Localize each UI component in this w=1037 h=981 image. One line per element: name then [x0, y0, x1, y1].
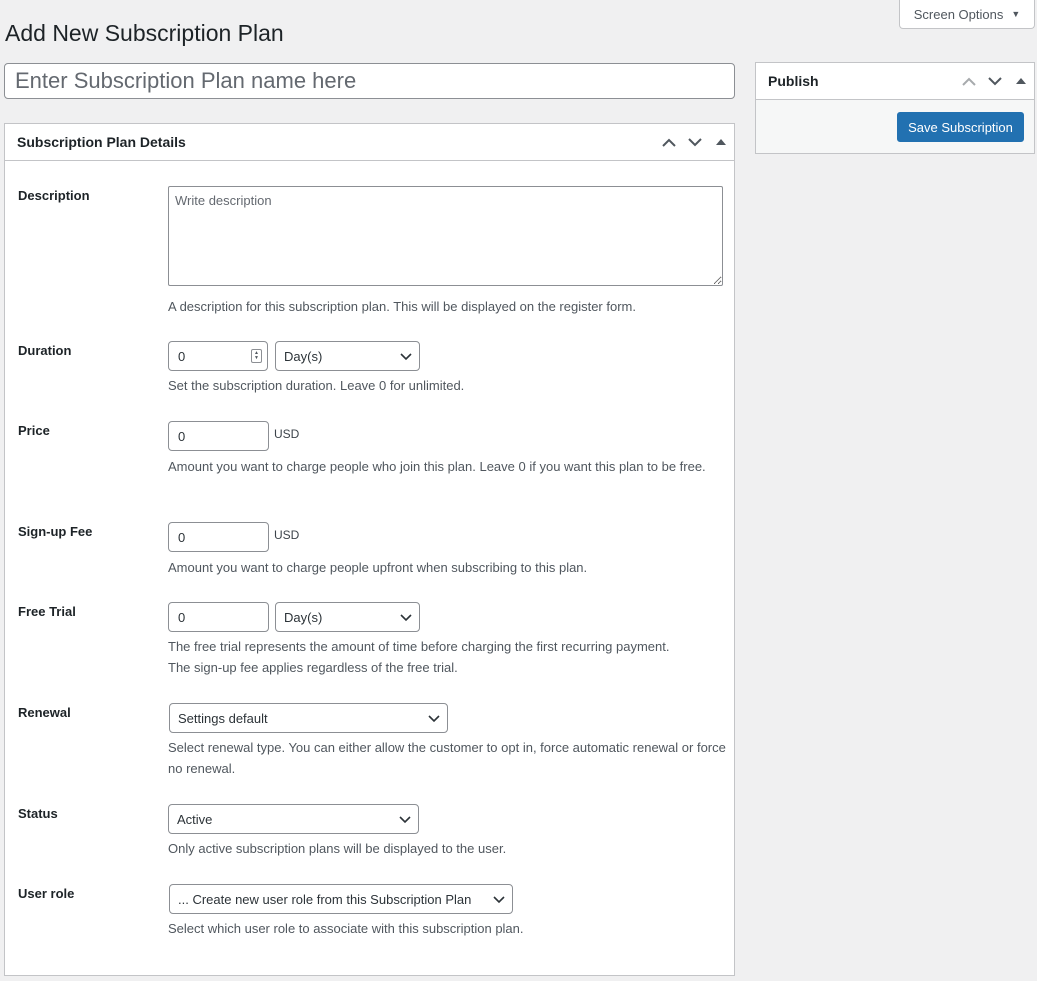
free-trial-unit-value: Day(s): [284, 609, 323, 625]
triangle-up-icon: [716, 139, 726, 145]
signup-fee-label: Sign-up Fee: [18, 524, 93, 539]
free-trial-help-line2: The sign-up fee applies regardless of th…: [168, 660, 458, 675]
publish-box-body: Save Subscription: [756, 100, 1034, 153]
status-help: Only active subscription plans will be d…: [168, 841, 507, 856]
chevron-down-icon: [400, 353, 412, 361]
publish-box-title: Publish: [768, 73, 819, 89]
price-currency: USD: [274, 427, 300, 441]
chevron-down-icon: [428, 715, 440, 723]
chevron-up-icon: [962, 77, 976, 86]
user-role-value: ... Create new user role from this Subsc…: [178, 891, 472, 907]
move-down-button[interactable]: [982, 63, 1008, 99]
details-box-title: Subscription Plan Details: [17, 134, 186, 150]
free-trial-help: The free trial represents the amount of …: [168, 636, 728, 678]
free-trial-unit-select[interactable]: Day(s): [275, 602, 420, 632]
chevron-down-icon: [493, 896, 505, 904]
page-title: Add New Subscription Plan: [5, 20, 284, 46]
signup-fee-currency: USD: [274, 528, 300, 542]
description-textarea[interactable]: [168, 186, 723, 286]
screen-options-toggle[interactable]: Screen Options ▼: [899, 0, 1035, 29]
move-up-button[interactable]: [956, 63, 982, 99]
signup-fee-value: 0: [178, 529, 186, 545]
duration-unit-select[interactable]: Day(s): [275, 341, 420, 371]
toggle-panel-button[interactable]: [1008, 63, 1034, 99]
publish-box-header: Publish: [756, 63, 1034, 100]
chevron-down-icon: [988, 76, 1002, 85]
number-spinner-icon[interactable]: ▲ ▼: [251, 349, 262, 363]
duration-input[interactable]: 0 ▲ ▼: [168, 341, 268, 371]
triangle-up-icon: [1016, 78, 1026, 84]
renewal-value: Settings default: [178, 710, 268, 726]
status-value: Active: [177, 811, 213, 827]
toggle-panel-button[interactable]: [708, 124, 734, 160]
chevron-down-icon: [400, 614, 412, 622]
description-label: Description: [18, 188, 90, 203]
details-box-handle-actions: [656, 124, 734, 160]
renewal-label: Renewal: [18, 705, 71, 720]
duration-help: Set the subscription duration. Leave 0 f…: [168, 378, 465, 393]
signup-fee-help: Amount you want to charge people upfront…: [168, 560, 588, 575]
publish-box: Publish Save Subscription: [755, 62, 1035, 154]
user-role-select[interactable]: ... Create new user role from this Subsc…: [169, 884, 513, 914]
user-role-help: Select which user role to associate with…: [168, 921, 524, 936]
move-up-button[interactable]: [656, 124, 682, 160]
price-input[interactable]: 0: [168, 421, 269, 451]
description-help: A description for this subscription plan…: [168, 299, 636, 314]
publish-box-handle-actions: [956, 63, 1034, 99]
details-box-header: Subscription Plan Details: [5, 124, 734, 161]
plan-name-input[interactable]: [4, 63, 735, 99]
price-label: Price: [18, 423, 50, 438]
duration-unit-value: Day(s): [284, 348, 323, 364]
free-trial-help-line1: The free trial represents the amount of …: [168, 639, 670, 654]
screen-options-label: Screen Options: [913, 6, 1004, 22]
subscription-plan-details-box: Subscription Plan Details Description A …: [4, 123, 735, 976]
chevron-down-icon: [688, 137, 702, 146]
price-help: Amount you want to charge people who joi…: [168, 459, 706, 474]
save-subscription-button[interactable]: Save Subscription: [897, 112, 1024, 142]
duration-value: 0: [178, 348, 186, 364]
triangle-down-icon: ▼: [1011, 9, 1021, 19]
user-role-label: User role: [18, 886, 75, 901]
free-trial-value: 0: [178, 609, 186, 625]
renewal-help: Select renewal type. You can either allo…: [168, 740, 726, 776]
free-trial-input[interactable]: 0: [168, 602, 269, 632]
status-select[interactable]: Active: [168, 804, 419, 834]
move-down-button[interactable]: [682, 124, 708, 160]
free-trial-label: Free Trial: [18, 604, 76, 619]
chevron-down-icon: [399, 816, 411, 824]
chevron-up-icon: [662, 138, 676, 147]
renewal-select[interactable]: Settings default: [169, 703, 448, 733]
duration-label: Duration: [18, 343, 72, 358]
status-label: Status: [18, 806, 58, 821]
price-value: 0: [178, 428, 186, 444]
signup-fee-input[interactable]: 0: [168, 522, 269, 552]
